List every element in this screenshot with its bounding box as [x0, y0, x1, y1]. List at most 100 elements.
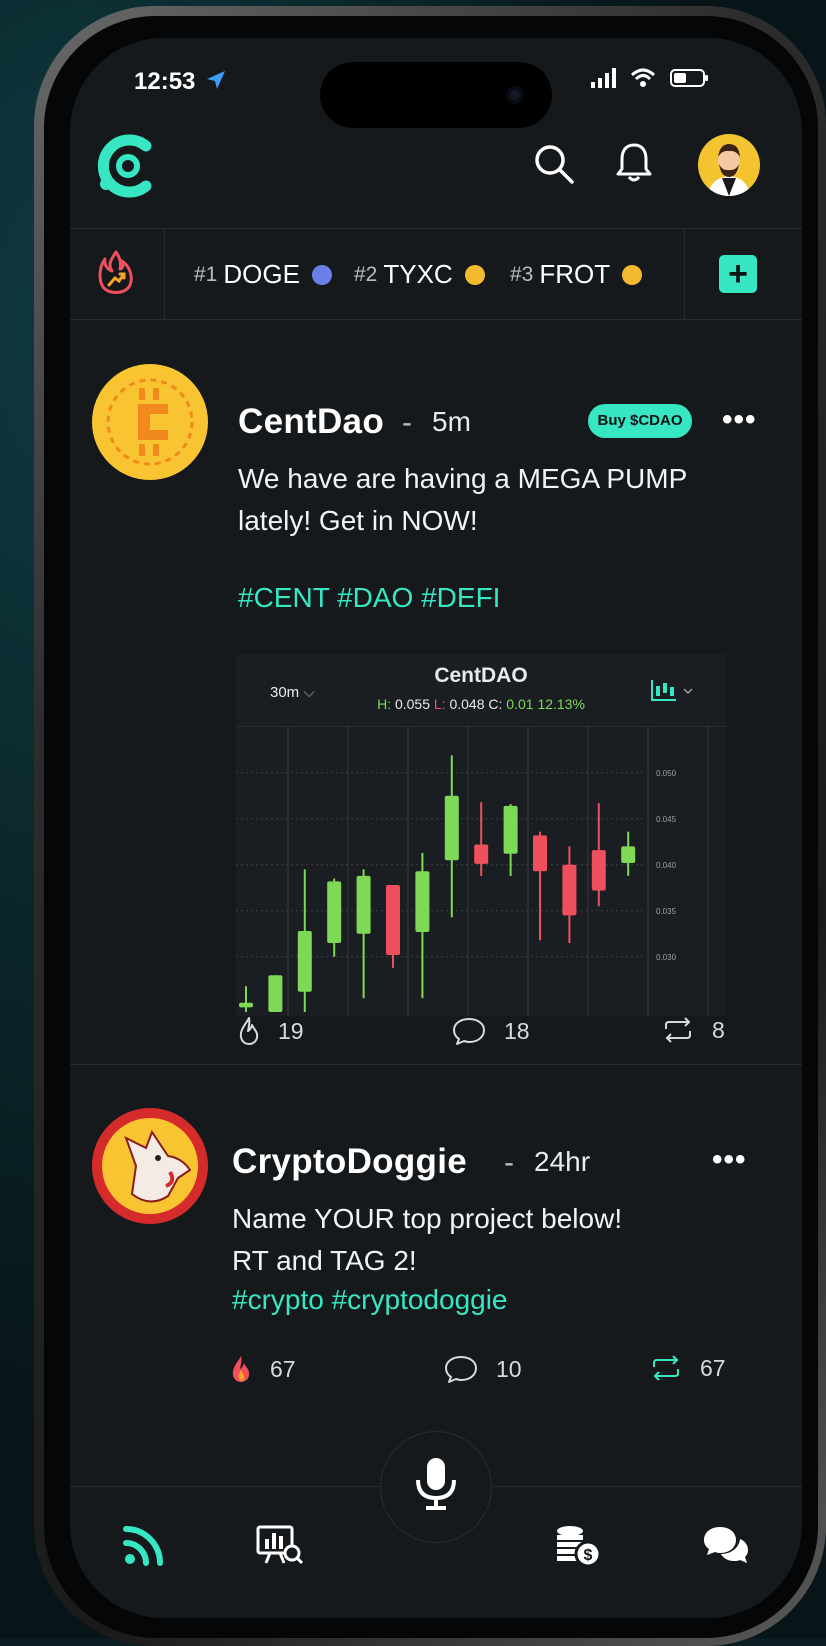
candle-body	[297, 931, 312, 992]
post-body: We have are having a MEGA PUMP lately! G…	[238, 458, 687, 542]
trending-fire-icon	[98, 250, 133, 294]
repost-action[interactable]: 8	[662, 1016, 725, 1044]
ohlc-c-value: 0.01	[506, 696, 534, 712]
add-ticker-tile: +	[684, 229, 802, 319]
feed-icon[interactable]	[120, 1521, 168, 1569]
post-body-line: lately! Get in NOW!	[238, 505, 478, 536]
post-actions: 67 10 67	[70, 1354, 802, 1394]
market-analytics-icon[interactable]	[256, 1521, 304, 1569]
signal-icon	[591, 68, 616, 88]
bottom-navigation: $	[70, 1431, 802, 1618]
post-time: 5m	[432, 406, 471, 437]
repost-count: 67	[700, 1354, 726, 1381]
wifi-icon	[630, 68, 656, 87]
ticker-symbol: FROT	[539, 259, 611, 289]
comment-count: 10	[496, 1355, 522, 1382]
centdao-coin-icon	[100, 372, 200, 472]
ohlc-l-label: L:	[433, 696, 446, 712]
candle-body	[268, 975, 283, 1012]
ticker-symbol: TYXC	[383, 259, 453, 289]
candle-body	[562, 864, 577, 916]
candle-body	[356, 875, 371, 934]
svg-text:$: $	[584, 1547, 593, 1564]
coins-dollar-icon[interactable]: $	[554, 1521, 602, 1569]
post-hashtags[interactable]: #CENT #DAO #DEFI	[238, 582, 500, 614]
price-chart[interactable]: 30m ⌵ CentDAO H: 0.055 L: 0.048 C: 0.01 …	[236, 654, 726, 1016]
comment-bubble-icon	[453, 1018, 485, 1045]
post-actions: 19 18 8	[70, 1016, 802, 1056]
search-icon[interactable]	[532, 142, 576, 186]
like-action[interactable]: 67	[230, 1354, 296, 1384]
post-more-button[interactable]: •••	[712, 1145, 747, 1175]
trending-ticker-2[interactable]: #2 TYXC	[354, 259, 485, 290]
y-tick-label: 0.050	[656, 769, 677, 778]
ethereum-coin-icon	[311, 264, 332, 285]
repost-icon	[653, 1355, 679, 1381]
user-avatar-icon	[708, 144, 750, 196]
ohlc-l-value: 0.048	[449, 696, 485, 712]
profile-avatar[interactable]	[698, 134, 760, 196]
post-avatar[interactable]	[92, 1108, 208, 1224]
voice-button[interactable]	[380, 1431, 492, 1543]
post-more-button[interactable]: •••	[722, 405, 757, 435]
trending-ticker-1[interactable]: #1 DOGE	[194, 259, 332, 290]
fire-filled-icon	[232, 1356, 250, 1382]
post-separator: -	[402, 406, 412, 439]
post-username[interactable]: CentDao	[238, 402, 384, 442]
candle-body	[444, 795, 459, 861]
post-username[interactable]: CryptoDoggie	[232, 1142, 467, 1182]
bnb-coin-icon	[464, 264, 485, 285]
microphone-icon	[416, 1458, 456, 1510]
ohlc-h-label: H:	[377, 696, 392, 712]
candle-body	[327, 881, 342, 943]
trending-ticker-3[interactable]: #3 FROT	[510, 259, 643, 290]
comment-count: 18	[504, 1017, 530, 1044]
post-hashtags[interactable]: #crypto #cryptodoggie	[232, 1284, 508, 1316]
like-count: 67	[270, 1355, 296, 1382]
y-tick-label: 0.040	[656, 861, 677, 870]
ohlc-c-label: C:	[488, 696, 503, 712]
status-icons	[590, 68, 710, 88]
trending-bar: #1 DOGE #2 TYXC #3 FROT +	[70, 228, 802, 320]
comment-action[interactable]: 18	[452, 1016, 530, 1046]
post-body: Name YOUR top project below! RT and TAG …	[232, 1198, 622, 1282]
location-arrow-icon	[207, 71, 225, 89]
post-avatar[interactable]	[92, 364, 208, 480]
comment-bubble-icon	[445, 1356, 477, 1383]
status-time: 12:53	[134, 68, 196, 95]
app-screen: 12:53 #1 DOGE #2 TYXC #3 FROT + CentDao …	[70, 38, 802, 1618]
dynamic-island	[320, 62, 552, 128]
post-body-line: Name YOUR top project below!	[232, 1203, 623, 1234]
repost-count: 8	[712, 1016, 725, 1043]
candle-body	[591, 850, 606, 891]
repost-action[interactable]: 67	[650, 1354, 726, 1382]
ohlc-h-value: 0.055	[394, 696, 430, 712]
comment-action[interactable]: 10	[444, 1354, 522, 1384]
ticker-symbol: DOGE	[223, 259, 300, 289]
dog-avatar-icon	[94, 1110, 206, 1222]
notification-bell-icon[interactable]	[614, 140, 654, 184]
app-logo-icon[interactable]	[96, 134, 160, 198]
candlestick-type-icon[interactable]	[650, 678, 696, 704]
post-separator: -	[504, 1146, 514, 1179]
candle-body	[239, 1002, 253, 1008]
bnb-coin-icon	[622, 264, 643, 285]
add-ticker-button[interactable]: +	[719, 255, 757, 293]
chart-header: 30m ⌵ CentDAO H: 0.055 L: 0.048 C: 0.01 …	[236, 654, 726, 727]
chat-bubbles-icon[interactable]	[702, 1521, 750, 1569]
y-tick-label: 0.030	[656, 953, 677, 962]
ticker-rank: #2	[354, 262, 378, 286]
ticker-rank: #1	[194, 262, 218, 286]
candle-body	[621, 846, 636, 863]
repost-icon	[665, 1017, 691, 1043]
candle-body	[503, 805, 518, 854]
candle-body	[386, 885, 400, 955]
candlestick-plot: 0.050 0.045 0.040 0.035 0.030	[236, 726, 709, 1016]
trending-tile[interactable]	[70, 229, 165, 319]
buy-token-button[interactable]: Buy $CDAO	[588, 404, 692, 438]
candle-body	[533, 835, 547, 872]
feed-post: CryptoDoggie - 24hr ••• Name YOUR top pr…	[70, 1064, 802, 1444]
ticker-rank: #3	[510, 262, 534, 286]
like-action[interactable]: 19	[238, 1016, 304, 1046]
y-tick-label: 0.035	[656, 907, 677, 916]
